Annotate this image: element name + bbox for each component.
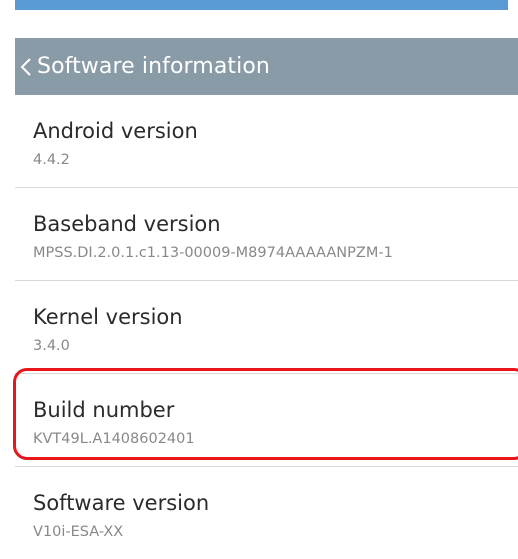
status-bar-strip [15, 0, 508, 10]
item-label: Kernel version [33, 305, 183, 329]
item-value: 4.4.2 [33, 152, 70, 168]
page-title: Software information [37, 54, 270, 79]
app-bar: Software information [15, 38, 518, 95]
list-item-software-version[interactable]: Software version V10i-ESA-XX [15, 467, 518, 559]
list-item-android-version[interactable]: Android version 4.4.2 [15, 95, 518, 187]
list-item-build-number[interactable]: Build number KVT49L.A1408602401 [15, 374, 518, 466]
item-label: Software version [33, 491, 210, 515]
item-value: KVT49L.A1408602401 [33, 431, 195, 447]
item-label: Baseband version [33, 212, 221, 236]
item-label: Build number [33, 398, 175, 422]
settings-list: Android version 4.4.2 Baseband version M… [15, 95, 518, 559]
chevron-left-icon[interactable] [17, 38, 35, 95]
list-item-baseband-version[interactable]: Baseband version MPSS.DI.2.0.1.c1.13-000… [15, 188, 518, 280]
item-label: Android version [33, 119, 198, 143]
item-value: V10i-ESA-XX [33, 524, 124, 540]
item-value: 3.4.0 [33, 338, 70, 354]
item-value: MPSS.DI.2.0.1.c1.13-00009-M8974AAAAANPZM… [33, 245, 393, 261]
list-item-kernel-version[interactable]: Kernel version 3.4.0 [15, 281, 518, 373]
